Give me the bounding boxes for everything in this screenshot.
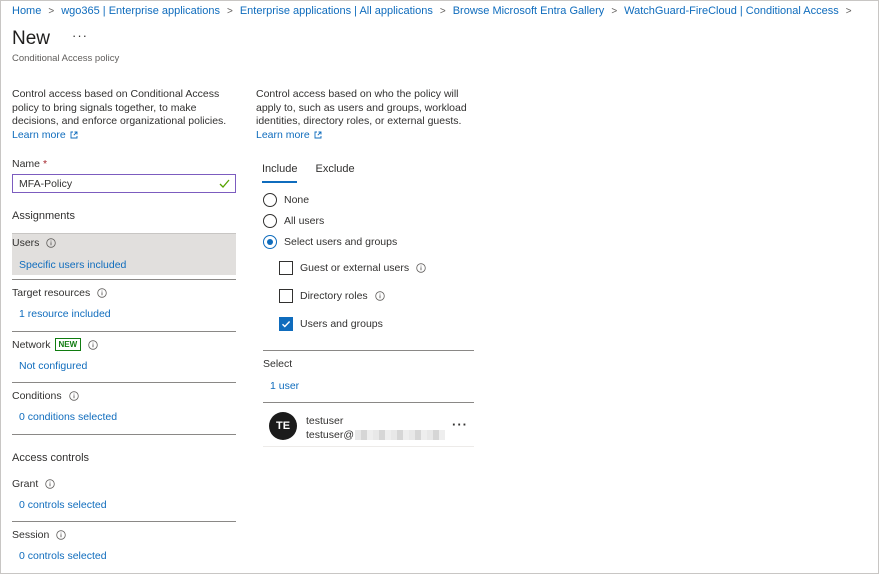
network-title: Network bbox=[12, 338, 51, 351]
checkbox[interactable] bbox=[279, 261, 293, 275]
conditions-value[interactable]: 0 conditions selected bbox=[12, 411, 236, 423]
checkbox-directory-roles[interactable]: Directory roles bbox=[279, 289, 385, 303]
users-title: Users bbox=[12, 237, 40, 249]
avatar: TE bbox=[269, 412, 297, 440]
external-link-icon bbox=[314, 131, 322, 138]
info-icon bbox=[416, 263, 426, 273]
learn-more-link-right[interactable]: Learn more bbox=[256, 129, 322, 141]
checkbox[interactable] bbox=[279, 289, 293, 303]
checkbox-guest-external[interactable]: Guest or external users bbox=[279, 261, 426, 275]
select-label: Select bbox=[263, 358, 293, 370]
info-icon bbox=[56, 530, 67, 540]
page-title: New bbox=[12, 28, 51, 49]
divider bbox=[12, 279, 236, 280]
more-options-icon[interactable]: ··· bbox=[452, 417, 468, 432]
radio-button-selected[interactable] bbox=[263, 235, 277, 249]
name-field-value: MFA-Policy bbox=[19, 177, 73, 190]
right-description-text: Control access based on who the policy w… bbox=[256, 88, 467, 127]
breadcrumb-enterprise-apps[interactable]: wgo365 | Enterprise applications bbox=[61, 5, 220, 17]
tab-include[interactable]: Include bbox=[262, 163, 298, 183]
checkbox-guest-label: Guest or external users bbox=[300, 262, 410, 274]
radio-button[interactable] bbox=[263, 193, 277, 207]
users-value[interactable]: Specific users included bbox=[12, 259, 236, 271]
page-subtitle: Conditional Access policy bbox=[12, 53, 120, 64]
name-label: Name * bbox=[12, 158, 48, 170]
grant-value[interactable]: 0 controls selected bbox=[12, 499, 236, 511]
checkbox-checked[interactable] bbox=[279, 317, 293, 331]
access-controls-heading: Access controls bbox=[12, 452, 90, 464]
target-resources-value[interactable]: 1 resource included bbox=[12, 308, 236, 320]
user-name: testuser bbox=[306, 415, 344, 427]
info-icon bbox=[97, 288, 107, 298]
breadcrumb: Home > wgo365 | Enterprise applications … bbox=[12, 5, 859, 17]
radio-select-label: Select users and groups bbox=[284, 236, 398, 248]
radio-all-users[interactable]: All users bbox=[263, 214, 324, 228]
left-description-text: Control access based on Conditional Acce… bbox=[12, 88, 227, 127]
select-users-link[interactable]: 1 user bbox=[270, 380, 299, 392]
chevron-right-icon: > bbox=[611, 5, 618, 17]
user-email-text: testuser@ bbox=[306, 429, 355, 441]
chevron-right-icon: > bbox=[226, 5, 233, 17]
access-session[interactable]: Session 0 controls selected bbox=[12, 529, 236, 562]
right-description: Control access based on who the policy w… bbox=[256, 88, 471, 142]
info-icon bbox=[88, 339, 98, 350]
info-icon bbox=[374, 291, 385, 301]
redacted-email-blur bbox=[355, 430, 446, 440]
access-grant[interactable]: Grant 0 controls selected bbox=[12, 478, 236, 511]
assignment-conditions[interactable]: Conditions 0 conditions selected bbox=[12, 390, 236, 423]
chevron-right-icon: > bbox=[439, 5, 446, 17]
include-exclude-tabs: Include Exclude bbox=[262, 163, 373, 183]
chevron-right-icon: > bbox=[845, 5, 852, 17]
breadcrumb-gallery[interactable]: Browse Microsoft Entra Gallery bbox=[453, 5, 605, 17]
radio-none-label: None bbox=[284, 194, 310, 206]
divider bbox=[263, 350, 474, 351]
selected-user-card: TE testuser testuser@ ··· bbox=[263, 405, 474, 447]
session-title: Session bbox=[12, 529, 50, 541]
divider bbox=[263, 402, 474, 403]
tab-exclude[interactable]: Exclude bbox=[315, 163, 354, 183]
breadcrumb-all-applications[interactable]: Enterprise applications | All applicatio… bbox=[240, 5, 433, 17]
radio-all-users-label: All users bbox=[284, 215, 325, 227]
assignment-network[interactable]: Network NEW Not configured bbox=[12, 338, 236, 372]
assignment-users[interactable]: Users Specific users included bbox=[12, 233, 236, 275]
name-field[interactable]: MFA-Policy bbox=[12, 174, 236, 193]
breadcrumb-conditional-access[interactable]: WatchGuard-FireCloud | Conditional Acces… bbox=[624, 5, 839, 17]
divider bbox=[12, 331, 236, 332]
user-email: testuser@ bbox=[306, 429, 446, 441]
radio-none[interactable]: None bbox=[263, 193, 309, 207]
session-value[interactable]: 0 controls selected bbox=[12, 550, 236, 562]
checkmark-icon bbox=[219, 179, 230, 188]
new-badge: NEW bbox=[54, 338, 82, 351]
target-resources-title: Target resources bbox=[12, 287, 91, 299]
info-icon bbox=[68, 391, 79, 401]
radio-select-users-groups[interactable]: Select users and groups bbox=[263, 235, 397, 249]
external-link-icon bbox=[70, 131, 78, 138]
checkbox-directory-label: Directory roles bbox=[300, 290, 368, 302]
left-description: Control access based on Conditional Acce… bbox=[12, 88, 237, 142]
divider bbox=[12, 434, 236, 435]
info-icon bbox=[46, 238, 57, 248]
info-icon bbox=[45, 479, 55, 489]
chevron-right-icon: > bbox=[48, 5, 55, 17]
network-value[interactable]: Not configured bbox=[12, 360, 236, 372]
checkbox-users-groups-label: Users and groups bbox=[300, 318, 383, 330]
divider bbox=[12, 382, 236, 383]
radio-button[interactable] bbox=[263, 214, 277, 228]
required-marker: * bbox=[42, 158, 48, 170]
divider bbox=[12, 521, 236, 522]
breadcrumb-home[interactable]: Home bbox=[12, 5, 41, 17]
assignment-target-resources[interactable]: Target resources 1 resource included bbox=[12, 287, 236, 320]
assignments-heading: Assignments bbox=[12, 210, 75, 222]
more-options-icon[interactable]: ··· bbox=[72, 28, 88, 43]
conditions-title: Conditions bbox=[12, 390, 62, 402]
grant-title: Grant bbox=[12, 478, 39, 490]
checkbox-users-groups[interactable]: Users and groups bbox=[279, 317, 383, 331]
checkmark-icon bbox=[282, 321, 291, 328]
learn-more-link-left[interactable]: Learn more bbox=[12, 129, 78, 141]
